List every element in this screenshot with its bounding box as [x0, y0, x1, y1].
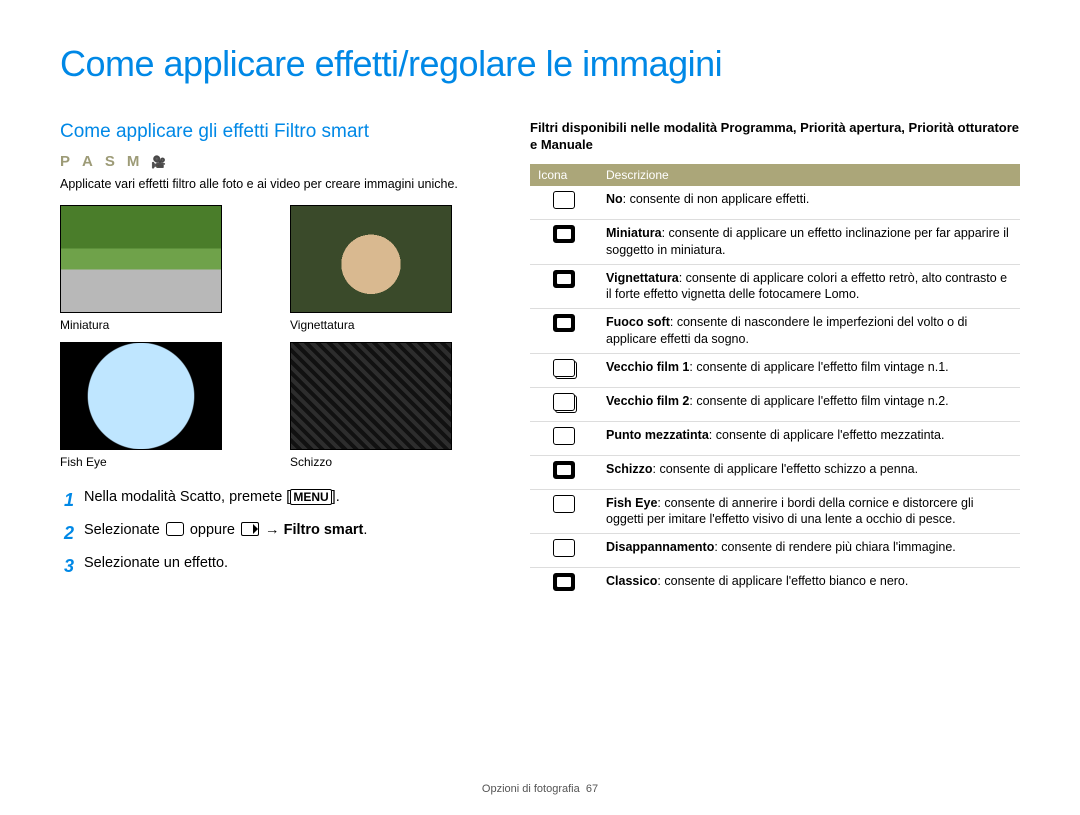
- filters-table: Icona Descrizione No: consente di non ap…: [530, 164, 1020, 601]
- filter-no-icon: [553, 191, 575, 209]
- row-vignettatura: Vignettatura: consente di applicare colo…: [530, 264, 1020, 309]
- mode-p: P: [60, 152, 72, 172]
- filter-schizzo-icon: [553, 461, 575, 479]
- page-footer: Opzioni di fotografia 67: [0, 782, 1080, 797]
- step-2: 2 Selezionate oppure → Filtro smart.: [60, 521, 480, 545]
- right-column: Filtri disponibili nelle modalità Progra…: [530, 119, 1020, 601]
- content-columns: Come applicare gli effetti Filtro smart …: [60, 119, 1020, 601]
- row-classico: Classico: consente di applicare l'effett…: [530, 568, 1020, 601]
- filter-vignettatura-icon: [553, 270, 575, 288]
- label-vignettatura: Vignettatura: [290, 317, 450, 333]
- filter-fisheye-icon: [553, 495, 575, 513]
- manual-page: Come applicare effetti/regolare le immag…: [0, 0, 1080, 815]
- step-2-text: Selezionate oppure → Filtro smart.: [84, 521, 367, 541]
- mode-indicator: P A S M 🎥: [60, 152, 480, 172]
- row-fuocosoft: Fuoco soft: consente di nascondere le im…: [530, 309, 1020, 354]
- filter-fuocosoft-icon: [553, 314, 575, 332]
- filter-vecchio1-icon: [553, 359, 575, 377]
- photo-schizzo: [290, 342, 452, 450]
- row-disappannamento: Disappannamento: consente di rendere più…: [530, 534, 1020, 568]
- row-vecchio1: Vecchio film 1: consente di applicare l'…: [530, 354, 1020, 388]
- row-vecchio2: Vecchio film 2: consente di applicare l'…: [530, 387, 1020, 421]
- table-header-row: Icona Descrizione: [530, 164, 1020, 186]
- thumb-vignettatura: Vignettatura: [290, 205, 450, 333]
- filter-classico-icon: [553, 573, 575, 591]
- filter-mezzatinta-icon: [553, 427, 575, 445]
- label-schizzo: Schizzo: [290, 454, 450, 470]
- footer-section: Opzioni di fotografia: [482, 783, 580, 795]
- step-num-3: 3: [60, 554, 74, 578]
- filter-vecchio2-icon: [553, 393, 575, 411]
- mode-s: S: [105, 152, 117, 172]
- step-1: 1 Nella modalità Scatto, premete [MENU].: [60, 488, 480, 512]
- thumbnail-grid: Miniatura Vignettatura Fish Eye Schizzo: [60, 205, 480, 469]
- step-3-text: Selezionate un effetto.: [84, 554, 228, 574]
- label-miniatura: Miniatura: [60, 317, 220, 333]
- step-1-text: Nella modalità Scatto, premete [MENU].: [84, 488, 340, 508]
- row-no: No: consente di non applicare effetti.: [530, 186, 1020, 219]
- thumb-schizzo: Schizzo: [290, 342, 450, 470]
- thumb-miniatura: Miniatura: [60, 205, 220, 333]
- step-3: 3 Selezionate un effetto.: [60, 554, 480, 578]
- photo-miniatura: [60, 205, 222, 313]
- page-title: Come applicare effetti/regolare le immag…: [60, 40, 1020, 89]
- photo-fisheye: [60, 342, 222, 450]
- menu-key: MENU: [290, 489, 331, 505]
- video-icon: [241, 522, 259, 536]
- label-fisheye: Fish Eye: [60, 454, 220, 470]
- step-num-1: 1: [60, 488, 74, 512]
- camera-icon: [166, 522, 184, 536]
- row-schizzo: Schizzo: consente di applicare l'effetto…: [530, 455, 1020, 489]
- filters-tbody: No: consente di non applicare effetti. M…: [530, 186, 1020, 601]
- right-heading: Filtri disponibili nelle modalità Progra…: [530, 119, 1020, 154]
- mode-m: M: [127, 152, 142, 172]
- th-desc: Descrizione: [598, 164, 1020, 186]
- thumb-fisheye: Fish Eye: [60, 342, 220, 470]
- movie-mode-icon: 🎥: [151, 154, 168, 170]
- filter-disappannamento-icon: [553, 539, 575, 557]
- left-column: Come applicare gli effetti Filtro smart …: [60, 119, 480, 601]
- footer-page: 67: [586, 783, 598, 795]
- row-mezzatinta: Punto mezzatinta: consente di applicare …: [530, 421, 1020, 455]
- step-num-2: 2: [60, 521, 74, 545]
- mode-a: A: [82, 152, 95, 172]
- intro-text: Applicate vari effetti filtro alle foto …: [60, 176, 480, 193]
- filter-miniatura-icon: [553, 225, 575, 243]
- row-miniatura: Miniatura: consente di applicare un effe…: [530, 219, 1020, 264]
- th-icon: Icona: [530, 164, 598, 186]
- section-title: Come applicare gli effetti Filtro smart: [60, 119, 480, 145]
- steps-list: 1 Nella modalità Scatto, premete [MENU].…: [60, 488, 480, 579]
- row-fisheye: Fish Eye: consente di annerire i bordi d…: [530, 489, 1020, 534]
- photo-vignettatura: [290, 205, 452, 313]
